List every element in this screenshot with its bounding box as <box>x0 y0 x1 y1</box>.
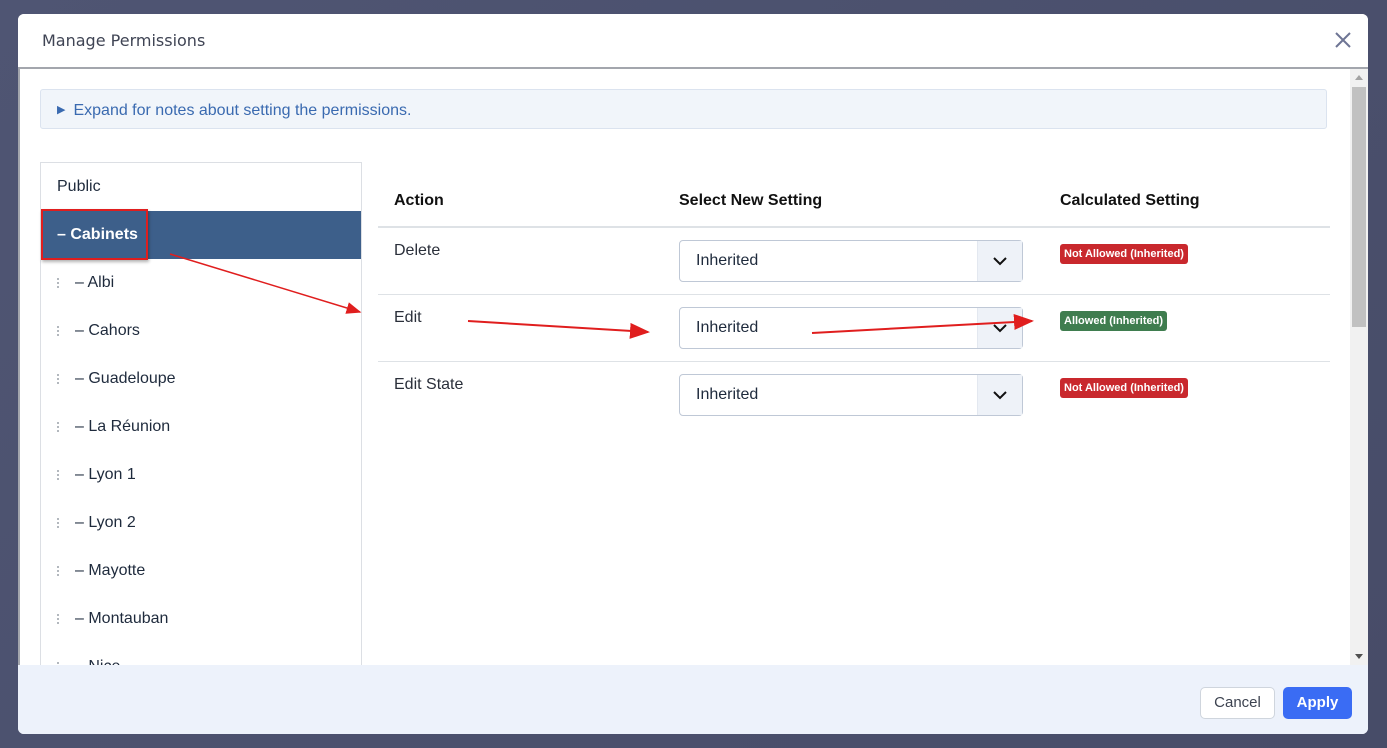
dialog-title: Manage Permissions <box>42 31 206 50</box>
setting-select[interactable]: Inherited <box>679 240 1023 282</box>
tree-item-public[interactable]: Public <box>41 163 361 211</box>
status-badge: Allowed (Inherited) <box>1060 311 1167 331</box>
notes-text: Expand for notes about setting the permi… <box>73 102 412 119</box>
tree-item-label: – Montauban <box>75 610 169 627</box>
tree-item-label: – Lyon 2 <box>75 514 136 531</box>
chevron-down-icon <box>993 257 1007 266</box>
drag-handle-icon[interactable] <box>57 277 59 289</box>
chevron-down-icon <box>993 391 1007 400</box>
tree-item[interactable]: – Mayotte <box>41 547 361 595</box>
action-name: Edit State <box>394 376 464 393</box>
scrollbar-thumb[interactable] <box>1352 87 1366 327</box>
status-badge: Not Allowed (Inherited) <box>1060 378 1188 398</box>
tree-item-label: – Nice <box>75 658 120 665</box>
drag-handle-icon[interactable] <box>57 517 59 529</box>
select-value: Inherited <box>696 319 759 336</box>
setting-select[interactable]: Inherited <box>679 374 1023 416</box>
chevron-down-icon <box>993 324 1007 333</box>
table-row: Edit State Inherited Not Allowed (Inheri… <box>378 362 1330 428</box>
select-value: Inherited <box>696 386 759 403</box>
drag-handle-icon[interactable] <box>57 565 59 577</box>
action-name: Edit <box>394 309 422 326</box>
scroll-down-icon[interactable] <box>1355 654 1363 659</box>
tree-item-label: – Lyon 1 <box>75 466 136 483</box>
drag-handle-icon[interactable] <box>57 469 59 481</box>
tree-item[interactable]: – Lyon 2 <box>41 499 361 547</box>
dialog-body: ▶ Expand for notes about setting the perm… <box>18 69 1368 665</box>
tree-item[interactable]: – Guadeloupe <box>41 355 361 403</box>
close-button[interactable] <box>1332 29 1354 51</box>
permissions-notes-toggle[interactable]: ▶ Expand for notes about setting the perm… <box>40 89 1327 129</box>
cancel-button[interactable]: Cancel <box>1200 687 1275 719</box>
setting-select[interactable]: Inherited <box>679 307 1023 349</box>
dialog-header: Manage Permissions <box>18 14 1368 69</box>
drag-handle-icon[interactable] <box>57 613 59 625</box>
drag-handle-icon[interactable] <box>57 373 59 385</box>
drag-handle-icon[interactable] <box>57 421 59 433</box>
tree-item-cabinets[interactable]: – Cabinets <box>41 211 361 259</box>
table-row: Edit Inherited Allowed (Inherited) <box>378 295 1330 362</box>
tree-item-label: – Cahors <box>75 322 140 339</box>
triangle-right-icon: ▶ <box>57 104 66 116</box>
column-header-action: Action <box>394 192 444 209</box>
column-header-calculated-setting: Calculated Setting <box>1060 192 1200 209</box>
drag-handle-icon[interactable] <box>57 325 59 337</box>
column-header-select-new-setting: Select New Setting <box>679 192 823 209</box>
action-name: Delete <box>394 242 441 259</box>
tree-item-label: – Mayotte <box>75 562 146 579</box>
tree-item-label: – Guadeloupe <box>75 370 176 387</box>
select-value: Inherited <box>696 252 759 269</box>
table-header: Action Select New Setting Calculated Set… <box>378 162 1330 228</box>
table-row: Delete Inherited Not Allowed (Inherited) <box>378 228 1330 295</box>
tree-item[interactable]: – Albi <box>41 259 361 307</box>
select-toggle[interactable] <box>977 241 1022 281</box>
tree-item[interactable]: – La Réunion <box>41 403 361 451</box>
folder-tree: Public – Cabinets – Albi – Cahors – Guad… <box>40 162 362 665</box>
close-icon <box>1335 32 1351 48</box>
select-toggle[interactable] <box>977 308 1022 348</box>
tree-item-label: – Albi <box>75 274 115 291</box>
status-badge: Not Allowed (Inherited) <box>1060 244 1188 264</box>
tree-item[interactable]: – Nice <box>41 643 361 665</box>
select-toggle[interactable] <box>977 375 1022 415</box>
tree-item[interactable]: – Lyon 1 <box>41 451 361 499</box>
apply-button[interactable]: Apply <box>1283 687 1352 719</box>
tree-item[interactable]: – Cahors <box>41 307 361 355</box>
tree-item-label: – La Réunion <box>75 418 171 435</box>
scroll-up-icon[interactable] <box>1355 75 1363 80</box>
tree-item[interactable]: – Montauban <box>41 595 361 643</box>
vertical-scrollbar[interactable] <box>1350 69 1368 665</box>
dialog-footer: Cancel Apply <box>18 665 1368 734</box>
manage-permissions-dialog: Manage Permissions ▶ Expand for notes abo… <box>18 14 1368 734</box>
